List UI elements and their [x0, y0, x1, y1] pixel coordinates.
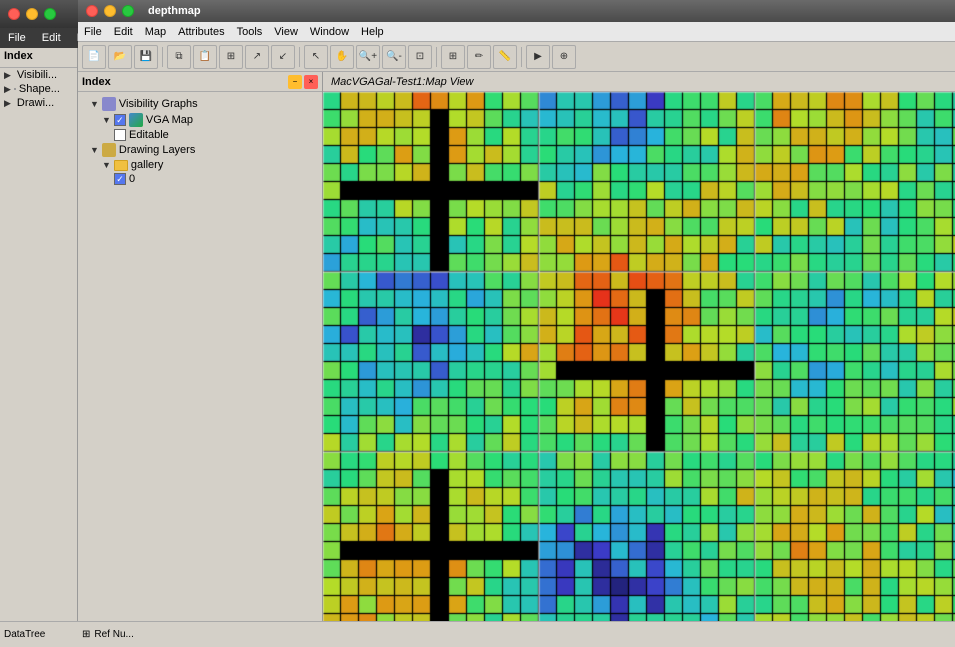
- editable-label: Editable: [129, 129, 169, 141]
- tree-container: ▼ Visibility Graphs ▼ VGA Map Ed: [78, 92, 322, 190]
- item0-checkbox[interactable]: [114, 173, 126, 185]
- inner-toolbar: 📄 📂 💾 ⧉ 📋 ⊞ ↗ ↙ ↖ ✋ 🔍+ 🔍- ⊡ ⊞ ✏ 📏 ▶ ⊕: [78, 42, 955, 72]
- toolbar-zoom-in[interactable]: 🔍+: [356, 45, 380, 69]
- inner-menu-view[interactable]: View: [274, 26, 298, 38]
- vga-grid[interactable]: [323, 92, 955, 621]
- toolbar-sep2: [299, 47, 300, 67]
- inner-menu-tools[interactable]: Tools: [237, 26, 263, 38]
- index-panel-title: Index: [82, 76, 111, 88]
- status-right: ⊞ Ref Nu...: [78, 629, 955, 640]
- ref-num-label: Ref Nu...: [94, 629, 133, 640]
- inner-titlebar: depthmap: [78, 0, 955, 22]
- datatree-label: DataTree: [4, 629, 45, 640]
- outer-close-btn[interactable]: [8, 8, 20, 20]
- index-panel-header: Index − ×: [78, 72, 322, 92]
- editable-checkbox[interactable]: [114, 129, 126, 141]
- toolbar-analysis[interactable]: ▶: [526, 45, 550, 69]
- tree-editable[interactable]: Editable: [78, 128, 322, 142]
- left-panel-item-shape[interactable]: ▶ Shape...: [0, 82, 77, 96]
- vga-canvas: [323, 92, 955, 621]
- toolbar-save[interactable]: 💾: [134, 45, 158, 69]
- visibility-graphs-label: Visibility Graphs: [119, 98, 198, 110]
- toolbar-table[interactable]: ⊞: [219, 45, 243, 69]
- toolbar-export[interactable]: ↗: [245, 45, 269, 69]
- visibility-group-icon: [102, 97, 116, 111]
- status-bar: ⊞ Ref Nu...: [78, 621, 955, 647]
- vga-map-checkbox[interactable]: [114, 114, 126, 126]
- outer-maximize-btn[interactable]: [44, 8, 56, 20]
- toolbar-select[interactable]: ↖: [304, 45, 328, 69]
- left-visibility-label: Visibili...: [17, 69, 57, 81]
- tree-vga-map[interactable]: ▼ VGA Map: [78, 112, 322, 128]
- toolbar-zoom-out[interactable]: 🔍-: [382, 45, 406, 69]
- content-area: Index − × ▼ Visibility Graphs: [78, 72, 955, 621]
- map-view-title: MacVGAGal-Test1:Map View: [331, 76, 473, 88]
- outer-menu-file[interactable]: File: [8, 32, 26, 44]
- toolbar-open[interactable]: 📂: [108, 45, 132, 69]
- inner-menu-window[interactable]: Window: [310, 26, 349, 38]
- toolbar-sep4: [521, 47, 522, 67]
- inner-minimize-btn[interactable]: [104, 5, 116, 17]
- left-panel-item-visibility[interactable]: ▶ Visibili...: [0, 68, 77, 82]
- left-panel-title: Index: [0, 48, 77, 68]
- inner-menubar: File Edit Map Attributes Tools View Wind…: [78, 22, 955, 42]
- outer-minimize-btn[interactable]: [26, 8, 38, 20]
- toolbar-sep1: [162, 47, 163, 67]
- index-panel: Index − × ▼ Visibility Graphs: [78, 72, 323, 621]
- toolbar-copy[interactable]: ⧉: [167, 45, 191, 69]
- expand-arrow: ▶: [4, 70, 11, 81]
- index-minimize-btn[interactable]: −: [288, 75, 302, 89]
- dl-expand-arrow: ▼: [90, 145, 99, 155]
- ref-num-icon: ⊞: [82, 629, 90, 640]
- inner-menu-attributes[interactable]: Attributes: [178, 26, 224, 38]
- index-close-btn[interactable]: ×: [304, 75, 318, 89]
- inner-menu-map[interactable]: Map: [145, 26, 166, 38]
- inner-menu-file[interactable]: File: [84, 26, 102, 38]
- left-drawing-label: Drawi...: [17, 97, 54, 109]
- map-area: MacVGAGal-Test1:Map View: [323, 72, 955, 621]
- toolbar-paste[interactable]: 📋: [193, 45, 217, 69]
- toolbar-pencil[interactable]: ✏: [467, 45, 491, 69]
- gallery-label: gallery: [131, 159, 163, 171]
- inner-close-btn[interactable]: [86, 5, 98, 17]
- left-panel-item-drawing[interactable]: ▶ Drawi...: [0, 96, 77, 110]
- vga-map-icon: [129, 113, 143, 127]
- toolbar-new[interactable]: 📄: [82, 45, 106, 69]
- left-panel: Index ▶ Visibili... ▶ Shape... ▶ Drawi..…: [0, 48, 78, 647]
- tree-item-0[interactable]: 0: [78, 172, 322, 186]
- gallery-expand-arrow: ▼: [102, 160, 111, 170]
- inner-menu-edit[interactable]: Edit: [114, 26, 133, 38]
- vga-expand-arrow: ▼: [102, 115, 111, 125]
- gallery-folder-icon: [114, 160, 128, 171]
- inner-menu-help[interactable]: Help: [361, 26, 384, 38]
- outer-menu-edit[interactable]: Edit: [42, 32, 61, 44]
- tree-drawing-layers[interactable]: ▼ Drawing Layers: [78, 142, 322, 158]
- vg-expand-arrow: ▼: [90, 99, 99, 109]
- shape-icon: [14, 88, 16, 90]
- item0-label: 0: [129, 173, 135, 185]
- outer-app: File Edit Map Attributes Tools Window He…: [0, 0, 955, 647]
- left-shape-label: Shape...: [19, 83, 60, 95]
- toolbar-grid[interactable]: ⊞: [441, 45, 465, 69]
- drawing-layers-label: Drawing Layers: [119, 144, 195, 156]
- inner-maximize-btn[interactable]: [122, 5, 134, 17]
- expand-arrow: ▶: [4, 98, 11, 109]
- map-titlebar: MacVGAGal-Test1:Map View: [323, 72, 955, 92]
- expand-arrow: ▶: [4, 84, 11, 95]
- inner-app-title: depthmap: [148, 5, 201, 17]
- toolbar-measure[interactable]: 📏: [493, 45, 517, 69]
- tree-gallery[interactable]: ▼ gallery: [78, 158, 322, 172]
- toolbar-pan[interactable]: ✋: [330, 45, 354, 69]
- toolbar-fit[interactable]: ⊡: [408, 45, 432, 69]
- outer-bottom-bar: DataTree: [0, 621, 78, 647]
- inner-window: depthmap File Edit Map Attributes Tools …: [78, 0, 955, 647]
- vga-map-label: VGA Map: [146, 114, 193, 126]
- drawing-layers-icon: [102, 143, 116, 157]
- index-panel-buttons: − ×: [288, 75, 318, 89]
- toolbar-sep3: [436, 47, 437, 67]
- toolbar-import[interactable]: ↙: [271, 45, 295, 69]
- tree-visibility-graphs[interactable]: ▼ Visibility Graphs: [78, 96, 322, 112]
- toolbar-run[interactable]: ⊕: [552, 45, 576, 69]
